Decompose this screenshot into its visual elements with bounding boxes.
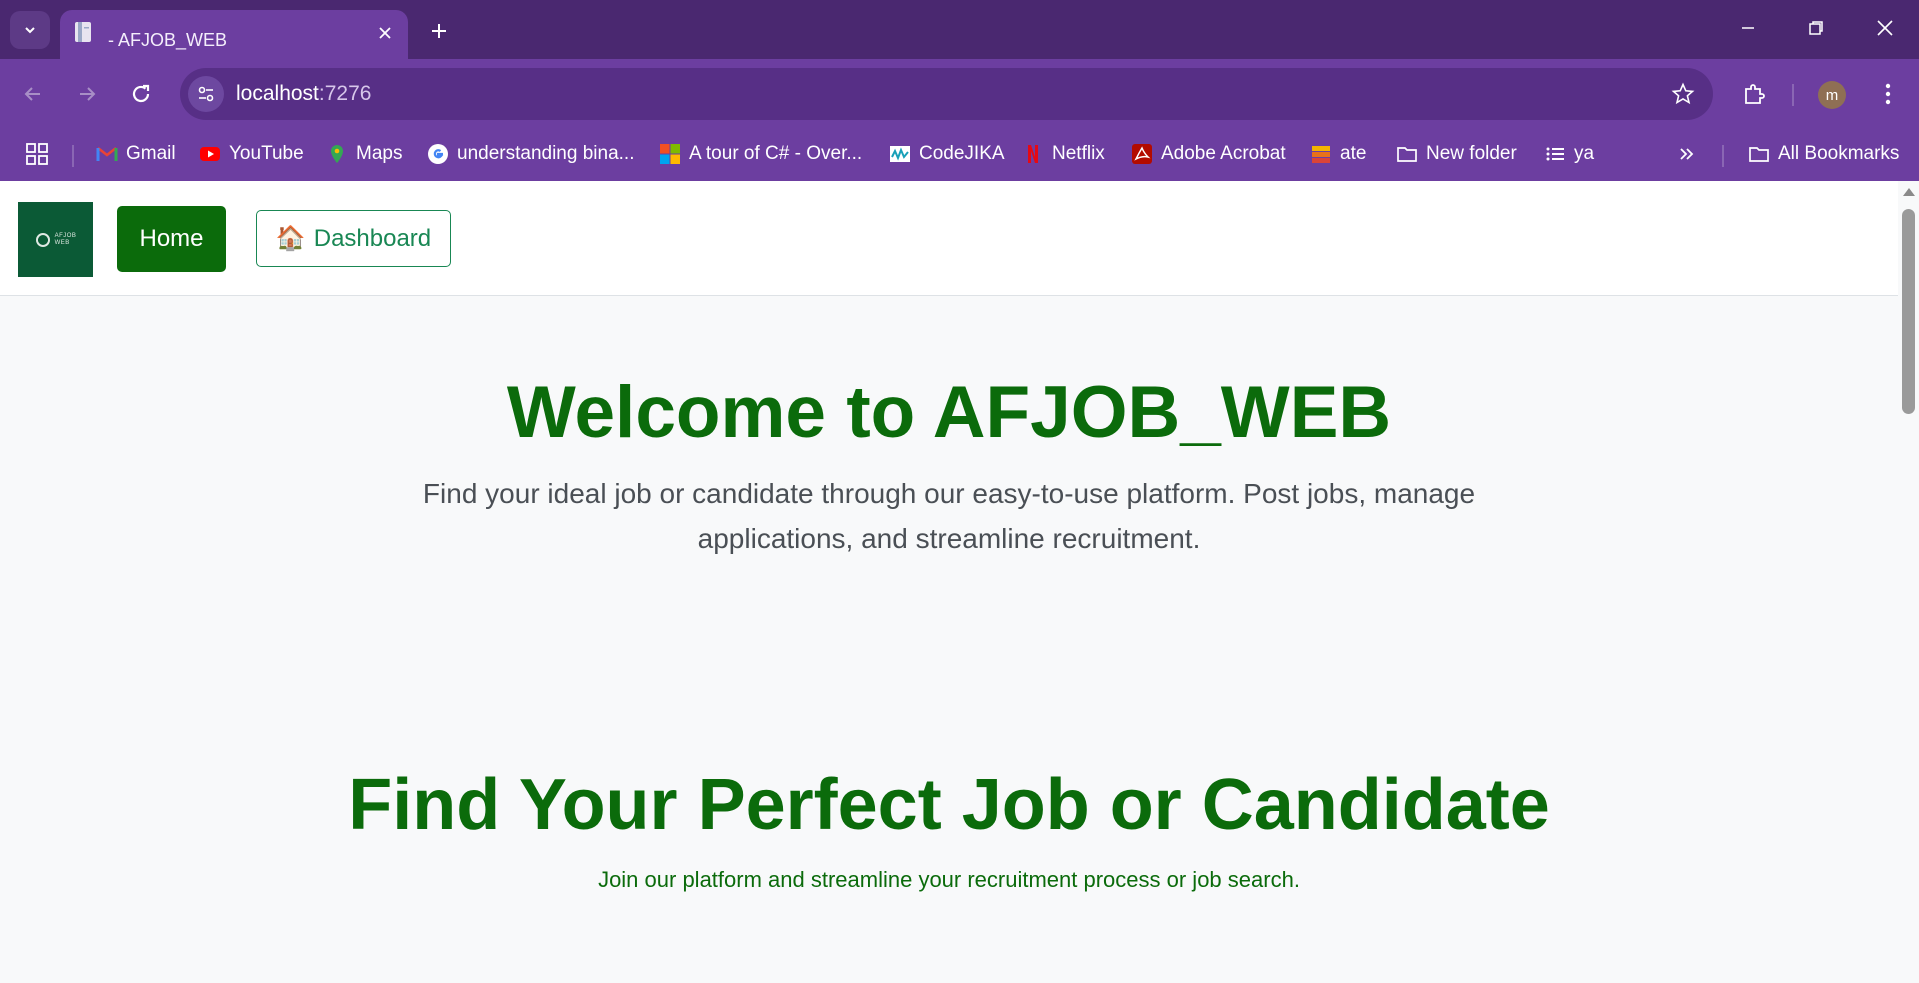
- url-port: :7276: [318, 82, 372, 105]
- arrow-right-icon: [80, 87, 96, 101]
- reload-button[interactable]: [124, 77, 158, 111]
- url-text: localhost:7276: [236, 82, 371, 106]
- house-icon: 🏠: [275, 225, 306, 252]
- browser-toolbar: localhost:7276 m: [0, 59, 1919, 129]
- bookmark-youtube[interactable]: YouTube: [199, 139, 304, 169]
- youtube-icon: [200, 147, 220, 161]
- stack-icon: [1312, 146, 1330, 163]
- address-bar[interactable]: localhost:7276: [180, 68, 1713, 120]
- bookmark-label: YouTube: [229, 143, 304, 164]
- document-icon: [75, 22, 91, 42]
- page-viewport: AFJOB WEB Home 🏠 Dashboard Welcome to AF…: [0, 181, 1898, 983]
- plus-icon: [432, 24, 446, 38]
- acrobat-icon: [1132, 144, 1152, 164]
- apps-button[interactable]: [26, 139, 48, 169]
- microsoft-icon: [660, 144, 680, 164]
- toolbar-divider: [1792, 84, 1794, 106]
- netflix-icon: [1028, 145, 1038, 163]
- close-icon: [379, 27, 391, 39]
- bookmark-gmail[interactable]: Gmail: [96, 139, 176, 169]
- new-tab-button[interactable]: [424, 16, 454, 46]
- restore-button[interactable]: [1801, 13, 1831, 43]
- tab-title: - AFJOB_WEB: [108, 30, 228, 50]
- all-bookmarks-button[interactable]: All Bookmarks: [1748, 139, 1899, 169]
- home-button[interactable]: Home: [117, 206, 226, 272]
- dashboard-label: Dashboard: [313, 224, 432, 252]
- google-icon: [428, 144, 448, 164]
- url-host: localhost: [236, 82, 319, 105]
- bookmark-label: New folder: [1426, 143, 1517, 164]
- bookmark-adobe-acrobat[interactable]: Adobe Acrobat: [1131, 139, 1286, 169]
- folder-icon: [1397, 147, 1417, 162]
- bookmarks-overflow-button[interactable]: [1678, 139, 1696, 169]
- bookmark-label: understanding bina...: [457, 143, 635, 164]
- dashboard-button[interactable]: 🏠 Dashboard: [256, 210, 451, 267]
- forward-button[interactable]: [70, 77, 104, 111]
- maps-icon: [331, 145, 343, 163]
- bookmark-label: Adobe Acrobat: [1161, 143, 1286, 164]
- bookmark-label: ya: [1574, 143, 1595, 164]
- gmail-icon: [96, 147, 118, 161]
- minimize-icon: [1742, 27, 1754, 29]
- site-navbar: AFJOB WEB Home 🏠 Dashboard: [0, 181, 1898, 296]
- double-chevron-right-icon: [1680, 148, 1694, 160]
- bookmark-ate[interactable]: ate: [1310, 139, 1366, 169]
- kebab-menu-icon: [1885, 83, 1891, 105]
- bookmark-label: ate: [1340, 143, 1367, 164]
- tab-close-button[interactable]: [374, 22, 396, 44]
- scroll-thumb[interactable]: [1902, 209, 1915, 414]
- bookmark-ya[interactable]: ya: [1544, 139, 1594, 169]
- back-button[interactable]: [16, 77, 50, 111]
- bookmark-star-button[interactable]: [1669, 80, 1697, 108]
- bookmarks-bar: Gmail YouTube Maps understanding bina...…: [0, 129, 1919, 181]
- apps-grid-icon: [26, 143, 48, 165]
- bookmark-maps[interactable]: Maps: [326, 139, 402, 169]
- restore-icon: [1809, 21, 1823, 35]
- hero-title: Welcome to AFJOB_WEB: [506, 372, 1392, 453]
- tab-strip: - AFJOB_WEB: [0, 0, 1919, 59]
- bookmark-csharp-tour[interactable]: A tour of C# - Over...: [659, 139, 862, 169]
- logo-mark-icon: [35, 232, 50, 247]
- bookmark-label: CodeJIKA: [919, 143, 1005, 164]
- site-logo[interactable]: AFJOB WEB: [18, 202, 93, 277]
- bookmark-google[interactable]: understanding bina...: [427, 139, 634, 169]
- extensions-button[interactable]: [1737, 77, 1771, 111]
- tab-search-button[interactable]: [10, 11, 50, 49]
- profile-avatar[interactable]: m: [1818, 81, 1846, 109]
- arrow-left-icon: [24, 87, 40, 101]
- logo-text-line: WEB: [54, 239, 70, 246]
- chevron-down-icon: [25, 27, 35, 34]
- bookmarks-divider: [1722, 145, 1724, 167]
- menu-button[interactable]: [1871, 77, 1905, 111]
- page-scrollbar[interactable]: [1898, 181, 1919, 983]
- bookmark-label: Gmail: [126, 143, 176, 164]
- scroll-up-arrow[interactable]: [1903, 188, 1915, 196]
- close-icon: [1877, 20, 1893, 36]
- section-subtitle: Join our platform and streamline your re…: [598, 867, 1300, 892]
- star-icon: [1671, 82, 1695, 105]
- tune-icon: [198, 86, 214, 102]
- puzzle-icon: [1745, 84, 1765, 104]
- hero-subtitle: Find your ideal job or candidate through…: [422, 478, 1476, 554]
- reload-icon: [132, 84, 150, 103]
- bookmark-label: Maps: [356, 143, 403, 164]
- logo-text: AFJOB WEB: [55, 233, 77, 247]
- list-icon: [1546, 147, 1564, 161]
- close-window-button[interactable]: [1870, 13, 1900, 43]
- all-bookmarks-label: All Bookmarks: [1778, 143, 1900, 164]
- bookmark-codejika[interactable]: CodeJIKA: [889, 139, 1005, 169]
- bookmark-new-folder[interactable]: New folder: [1396, 139, 1517, 169]
- site-info-button[interactable]: [188, 76, 224, 112]
- section-title: Find Your Perfect Job or Candidate: [348, 765, 1550, 845]
- bookmark-label: A tour of C# - Over...: [689, 143, 863, 164]
- bookmarks-divider: [72, 145, 74, 167]
- bookmark-label: Netflix: [1052, 143, 1105, 164]
- logo-text-line: AFJOB: [54, 232, 77, 239]
- codejika-icon: [890, 146, 910, 162]
- minimize-button[interactable]: [1733, 13, 1763, 43]
- active-tab[interactable]: - AFJOB_WEB: [60, 10, 408, 59]
- bookmark-netflix[interactable]: Netflix: [1022, 139, 1105, 169]
- folder-icon: [1749, 147, 1769, 162]
